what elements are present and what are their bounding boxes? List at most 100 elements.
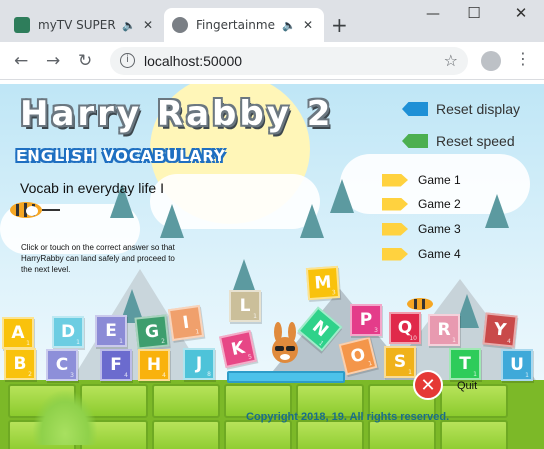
quit-label: Quit (457, 380, 478, 392)
game-subtitle: ENGLISH VOCABULARY (16, 147, 226, 165)
letter-tile-j[interactable]: J8 (183, 348, 215, 380)
new-tab-button[interactable]: + (331, 13, 348, 37)
letter-tile-b[interactable]: B2 (4, 348, 36, 380)
letter-tile-q[interactable]: Q 10 (389, 312, 421, 344)
instructions-text: Click or touch on the correct answer so … (21, 243, 175, 274)
letter-tile-g[interactable]: G2 (134, 314, 170, 350)
tile-number: 1 (525, 372, 529, 379)
tab-title: Fingertainme (196, 18, 275, 32)
tile-number: 1 (473, 371, 477, 378)
letter-tile-e[interactable]: E1 (95, 315, 127, 347)
close-tab-icon[interactable]: ✕ (140, 18, 156, 32)
letter-tile-h[interactable]: H4 (138, 349, 170, 381)
tile-number: 1 (408, 369, 412, 376)
letter-tile-s[interactable]: S1 (384, 346, 416, 378)
game-logo: Harry Rabby 2 (20, 94, 334, 134)
ground-block (296, 420, 364, 449)
tile-letter: Y (492, 319, 508, 341)
letter-tile-i[interactable]: I1 (167, 304, 205, 342)
letter-tile-r[interactable]: R1 (428, 314, 460, 346)
game-4-button[interactable]: Game 4 (382, 247, 461, 261)
close-window-button[interactable]: ✕ (506, 4, 536, 22)
letter-tile-p[interactable]: P3 (350, 304, 382, 336)
game-1-button[interactable]: Game 1 (382, 173, 461, 187)
browser-toolbar: ← → ↻ i localhost:50000 ☆ (0, 42, 544, 80)
close-tab-icon[interactable]: ✕ (300, 18, 316, 32)
tile-letter: S (393, 352, 407, 372)
tile-letter: P (359, 310, 373, 330)
letter-tile-y[interactable]: Y4 (482, 312, 518, 348)
bookmark-star-icon[interactable]: ☆ (444, 51, 458, 70)
reset-speed-button[interactable]: Reset speed (402, 133, 515, 149)
tile-number: 3 (70, 372, 74, 379)
tab-fingertainment[interactable]: Fingertainme 🔈 ✕ (164, 8, 324, 42)
tile-letter: H (146, 355, 162, 375)
tile-number: 1 (26, 340, 30, 347)
tile-number: 5 (247, 353, 253, 361)
flag-icon (382, 173, 408, 187)
tile-letter: O (348, 344, 368, 368)
quit-button[interactable]: ✕ (413, 370, 443, 400)
back-button[interactable]: ← (14, 51, 28, 71)
letter-tile-l[interactable]: L1 (229, 290, 261, 322)
game-4-label: Game 4 (418, 247, 461, 261)
tile-number: 1 (76, 339, 80, 346)
game-2-label: Game 2 (418, 197, 461, 211)
speaker-icon[interactable]: 🔈 (122, 19, 136, 32)
tile-number: 3 (331, 289, 336, 297)
tile-number: 1 (253, 313, 257, 320)
menu-icon[interactable]: ⋮ (515, 49, 531, 68)
flag-icon (382, 247, 408, 261)
landing-platform (227, 371, 345, 383)
flag-icon (382, 197, 408, 211)
tab-mytv[interactable]: myTV SUPER 🔈 ✕ (6, 8, 164, 42)
game-2-button[interactable]: Game 2 (382, 197, 461, 211)
info-icon[interactable]: i (120, 53, 135, 68)
reload-button[interactable]: ↻ (78, 51, 92, 71)
tile-letter: E (105, 321, 117, 341)
forward-button[interactable]: → (46, 51, 60, 71)
tiger-character (407, 298, 433, 310)
tile-letter: D (60, 322, 76, 342)
tile-letter: M (313, 272, 333, 294)
ground-block (368, 420, 436, 449)
profile-avatar[interactable] (481, 51, 501, 71)
letter-tile-u[interactable]: U1 (501, 349, 533, 381)
tree (300, 204, 324, 238)
address-bar[interactable]: i localhost:50000 ☆ (110, 47, 468, 75)
tile-number: 1 (119, 338, 123, 345)
tile-number: 3 (374, 327, 378, 334)
minimize-button[interactable]: — (418, 6, 448, 22)
mytv-favicon-icon (14, 17, 30, 33)
tile-letter: A (11, 323, 25, 343)
game-3-button[interactable]: Game 3 (382, 222, 461, 236)
reset-display-button[interactable]: Reset display (402, 101, 520, 117)
ground-block (440, 420, 508, 449)
ground-block (152, 384, 220, 418)
tile-number: 2 (28, 371, 32, 378)
url-text[interactable]: localhost:50000 (144, 53, 242, 69)
tile-letter: C (55, 355, 69, 375)
ground-block (224, 420, 292, 449)
tile-number: 4 (162, 372, 166, 379)
letter-tile-t[interactable]: T1 (449, 348, 481, 380)
letter-tile-k[interactable]: K5 (219, 330, 257, 368)
maximize-button[interactable]: ☐ (459, 4, 489, 22)
tile-letter: N (308, 316, 332, 342)
section-title: Vocab in everyday life I (20, 180, 164, 196)
speaker-icon[interactable]: 🔈 (282, 19, 296, 32)
tile-letter: L (239, 296, 251, 316)
tile-number: 4 (506, 337, 512, 346)
tile-number: 2 (160, 337, 166, 346)
tiger-character (10, 202, 60, 218)
letter-tile-f[interactable]: F4 (100, 349, 132, 381)
letter-tile-c[interactable]: C3 (46, 349, 78, 381)
tile-letter: B (13, 354, 27, 374)
letter-tile-a[interactable]: A1 (2, 317, 34, 349)
tab-strip: myTV SUPER 🔈 ✕ Fingertainme 🔈 ✕ + — ☐ ✕ (0, 0, 544, 42)
tile-letter: U (510, 355, 524, 375)
game-canvas: Harry Rabby 2 ENGLISH VOCABULARY Vocab i… (0, 84, 544, 449)
letter-tile-m[interactable]: M3 (305, 265, 341, 301)
letter-tile-d[interactable]: D1 (52, 316, 84, 348)
tile-letter: F (110, 355, 122, 375)
